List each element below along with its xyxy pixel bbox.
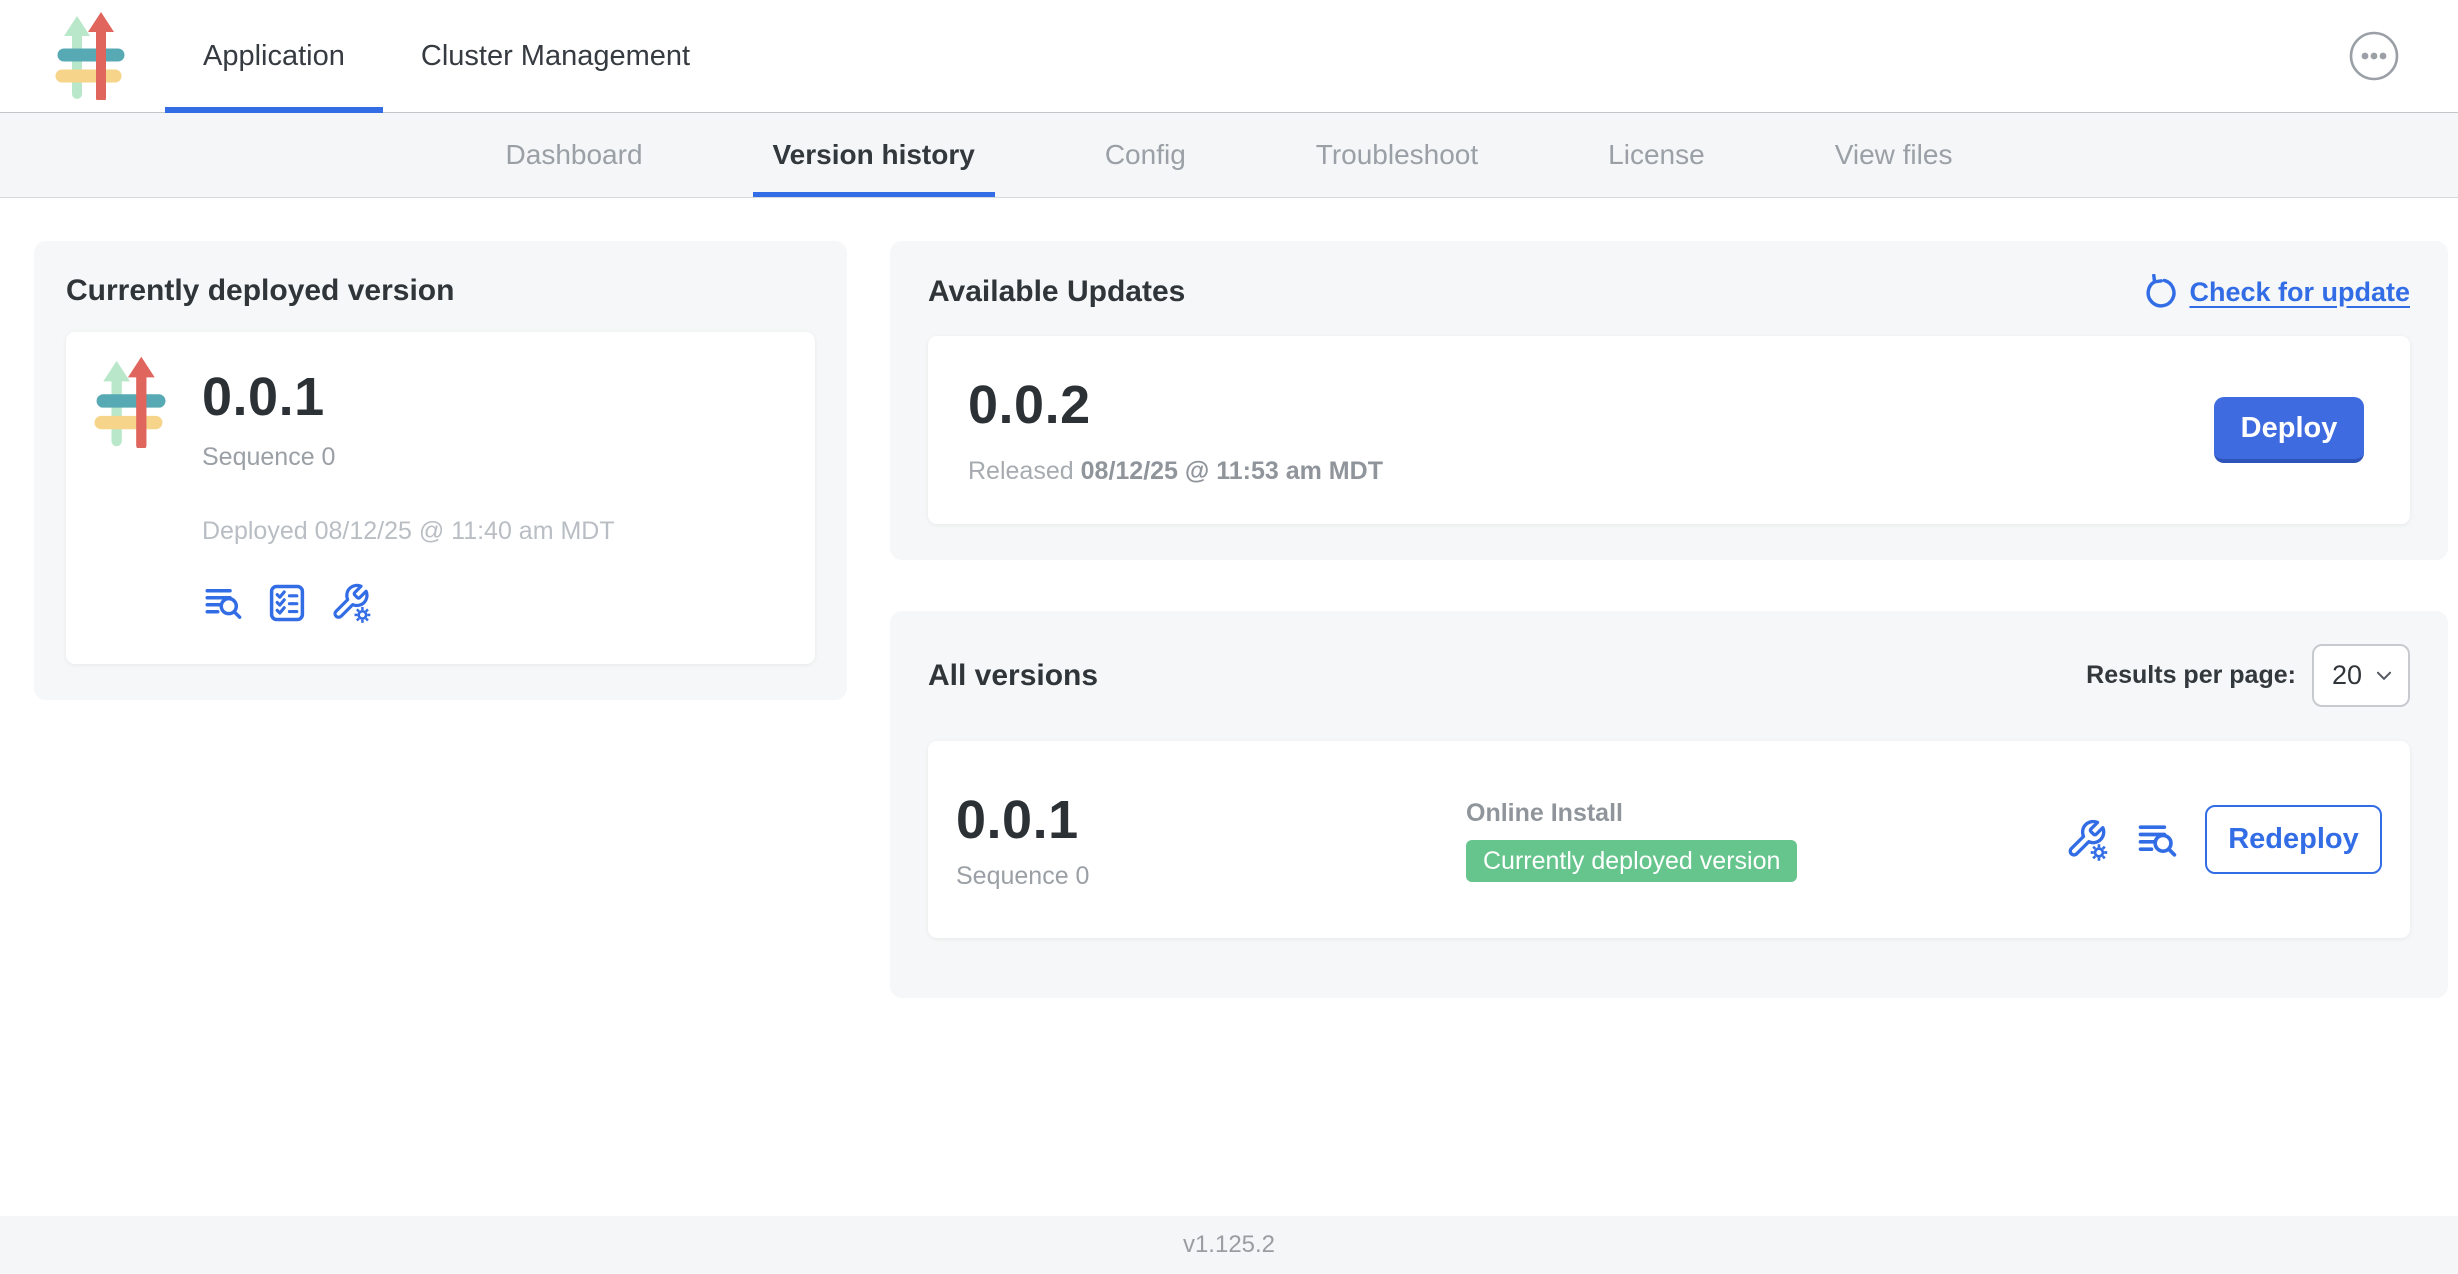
- all-versions-title: All versions: [928, 659, 1098, 693]
- app-icon: [94, 356, 166, 448]
- deployed-card-title: Currently deployed version: [66, 274, 815, 308]
- tab-cluster-management[interactable]: Cluster Management: [383, 0, 728, 112]
- subtab-troubleshoot-label: Troubleshoot: [1316, 139, 1478, 171]
- right-column: Available Updates Check for update 0.0.2…: [890, 241, 2448, 998]
- subtab-troubleshoot[interactable]: Troubleshoot: [1296, 113, 1498, 197]
- all-versions-card: All versions Results per page: 20 0.0.: [890, 611, 2448, 998]
- update-info: 0.0.2 Released08/12/25 @ 11:53 am MDT: [968, 374, 1383, 486]
- available-updates-header: Available Updates Check for update: [928, 274, 2410, 310]
- check-for-update-label: Check for update: [2189, 277, 2410, 308]
- subtab-view-files[interactable]: View files: [1815, 113, 1973, 197]
- app-subnav: Dashboard Version history Config Trouble…: [0, 113, 2458, 198]
- console-version: v1.125.2: [1183, 1231, 1275, 1259]
- row-sequence: Sequence 0: [956, 861, 1466, 891]
- subtab-config[interactable]: Config: [1085, 113, 1206, 197]
- row-version-number: 0.0.1: [956, 789, 1466, 851]
- config-icon[interactable]: [2065, 818, 2109, 862]
- available-updates-title: Available Updates: [928, 275, 1185, 309]
- results-per-page-value: 20: [2332, 660, 2362, 691]
- tab-cluster-management-label: Cluster Management: [421, 40, 690, 73]
- refresh-icon: [2143, 274, 2179, 310]
- redeploy-button[interactable]: Redeploy: [2205, 805, 2382, 874]
- all-versions-header: All versions Results per page: 20: [928, 644, 2410, 707]
- deployed-version-card: 0.0.1 Sequence 0 Deployed 08/12/25 @ 11:…: [66, 332, 815, 664]
- version-row-status: Online Install Currently deployed versio…: [1466, 798, 2065, 882]
- results-per-page-label: Results per page:: [2086, 661, 2296, 690]
- app-root: Application Cluster Management Dashboard…: [0, 0, 2458, 1274]
- subtab-dashboard-label: Dashboard: [506, 139, 643, 171]
- currently-deployed-badge: Currently deployed version: [1466, 840, 1797, 882]
- install-type: Online Install: [1466, 798, 2065, 828]
- config-icon[interactable]: [330, 582, 372, 624]
- app-logo: [55, 0, 125, 112]
- logs-icon[interactable]: [202, 582, 244, 624]
- deployed-sequence: Sequence 0: [202, 442, 615, 472]
- app-logo-icon: [55, 12, 125, 100]
- app-footer: v1.125.2: [0, 1216, 2458, 1274]
- tab-application-label: Application: [203, 40, 345, 73]
- ellipsis-menu-icon: [2348, 30, 2400, 82]
- subtab-version-history-label: Version history: [773, 139, 975, 171]
- subtab-view-files-label: View files: [1835, 139, 1953, 171]
- top-navbar: Application Cluster Management: [0, 0, 2458, 113]
- subtab-license[interactable]: License: [1588, 113, 1725, 197]
- tab-application[interactable]: Application: [165, 0, 383, 112]
- subtab-license-label: License: [1608, 139, 1705, 171]
- currently-deployed-card: Currently deployed version 0.0.1 Sequenc…: [34, 241, 847, 700]
- deployed-info: 0.0.1 Sequence 0 Deployed 08/12/25 @ 11:…: [202, 366, 615, 624]
- check-for-update-link[interactable]: Check for update: [2143, 274, 2410, 310]
- update-released-line: Released08/12/25 @ 11:53 am MDT: [968, 456, 1383, 486]
- released-timestamp: 08/12/25 @ 11:53 am MDT: [1081, 457, 1383, 485]
- update-version-number: 0.0.2: [968, 374, 1383, 436]
- subtab-dashboard[interactable]: Dashboard: [486, 113, 663, 197]
- released-prefix: Released: [968, 457, 1074, 485]
- subtab-config-label: Config: [1105, 139, 1186, 171]
- version-row: 0.0.1 Sequence 0 Online Install Currentl…: [928, 741, 2410, 938]
- available-updates-card: Available Updates Check for update 0.0.2…: [890, 241, 2448, 560]
- version-row-info: 0.0.1 Sequence 0: [956, 789, 1466, 891]
- main-content: Currently deployed version 0.0.1 Sequenc…: [0, 198, 2458, 1216]
- deployed-version-number: 0.0.1: [202, 366, 615, 428]
- preflight-checks-icon[interactable]: [266, 582, 308, 624]
- deployed-actions: [202, 582, 615, 624]
- chevron-down-icon: [2376, 671, 2392, 681]
- subtab-version-history[interactable]: Version history: [753, 113, 995, 197]
- logs-icon[interactable]: [2135, 818, 2179, 862]
- results-per-page: Results per page: 20: [2086, 644, 2410, 707]
- deploy-button[interactable]: Deploy: [2214, 397, 2364, 463]
- version-row-actions: Redeploy: [2065, 805, 2382, 874]
- deployed-timestamp: Deployed 08/12/25 @ 11:40 am MDT: [202, 516, 615, 546]
- overflow-menu-button[interactable]: [2348, 30, 2400, 82]
- update-row: 0.0.2 Released08/12/25 @ 11:53 am MDT De…: [928, 336, 2410, 524]
- results-per-page-select[interactable]: 20: [2312, 644, 2410, 707]
